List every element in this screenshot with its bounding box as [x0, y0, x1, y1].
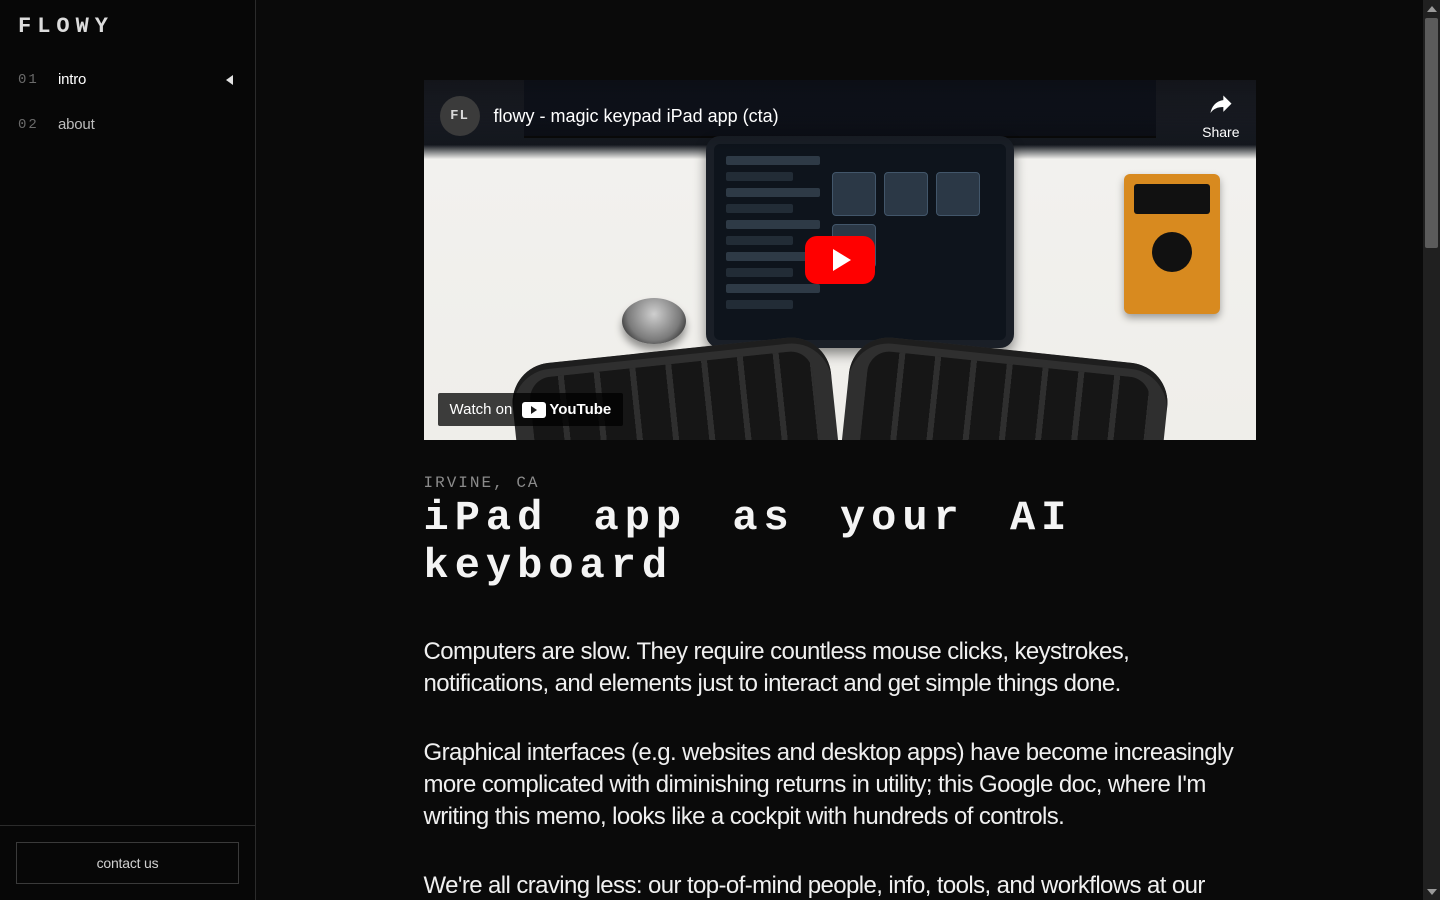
article-paragraph: We're all craving less: our top-of-mind … — [424, 870, 1256, 900]
share-icon — [1207, 92, 1235, 120]
video-embed[interactable]: FL flowy - magic keypad iPad app (cta) S… — [424, 80, 1256, 440]
scroll-down-icon[interactable] — [1423, 883, 1440, 900]
channel-avatar[interactable]: FL — [440, 96, 480, 136]
video-header: FL flowy - magic keypad iPad app (cta) S… — [424, 80, 1256, 152]
share-label: Share — [1202, 124, 1239, 140]
article-title: iPad app as your AI keyboard — [424, 494, 1256, 590]
youtube-play-icon — [522, 402, 546, 418]
article-content: FL flowy - magic keypad iPad app (cta) S… — [424, 0, 1256, 900]
article-paragraph: Computers are slow. They require countle… — [424, 636, 1256, 699]
active-caret-icon — [226, 75, 233, 85]
nav-item-intro[interactable]: 01 intro — [6, 61, 249, 98]
nav-item-number: 01 — [18, 72, 44, 88]
article-eyebrow: IRVINE, CA — [424, 474, 1256, 492]
thumbnail-keyboard-right — [840, 334, 1171, 440]
scroll-up-icon[interactable] — [1423, 0, 1440, 17]
article-paragraph: Graphical interfaces (e.g. websites and … — [424, 737, 1256, 832]
thumbnail-multimeter — [1124, 174, 1220, 314]
page-scrollbar[interactable] — [1423, 0, 1440, 900]
youtube-logo: YouTube — [522, 401, 611, 418]
nav-item-label: about — [58, 116, 212, 133]
thumbnail-knob — [622, 298, 686, 344]
share-button[interactable]: Share — [1202, 92, 1239, 140]
youtube-wordmark: YouTube — [549, 401, 611, 418]
article-body: Computers are slow. They require countle… — [424, 636, 1256, 900]
watch-on-label: Watch on — [450, 401, 513, 418]
video-title[interactable]: flowy - magic keypad iPad app (cta) — [494, 106, 779, 127]
nav-item-about[interactable]: 02 about — [6, 106, 249, 143]
watch-on-youtube[interactable]: Watch on YouTube — [438, 393, 624, 426]
nav-item-label: intro — [58, 71, 212, 88]
main: FL flowy - magic keypad iPad app (cta) S… — [256, 0, 1423, 900]
brand-logo: FLOWY — [0, 0, 255, 61]
nav: 01 intro 02 about — [0, 61, 255, 825]
scroll-thumb[interactable] — [1425, 18, 1438, 248]
sidebar-footer: contact us — [0, 825, 255, 900]
sidebar: FLOWY 01 intro 02 about contact us — [0, 0, 256, 900]
play-button[interactable] — [805, 236, 875, 284]
nav-item-number: 02 — [18, 117, 44, 133]
contact-button[interactable]: contact us — [16, 842, 239, 884]
